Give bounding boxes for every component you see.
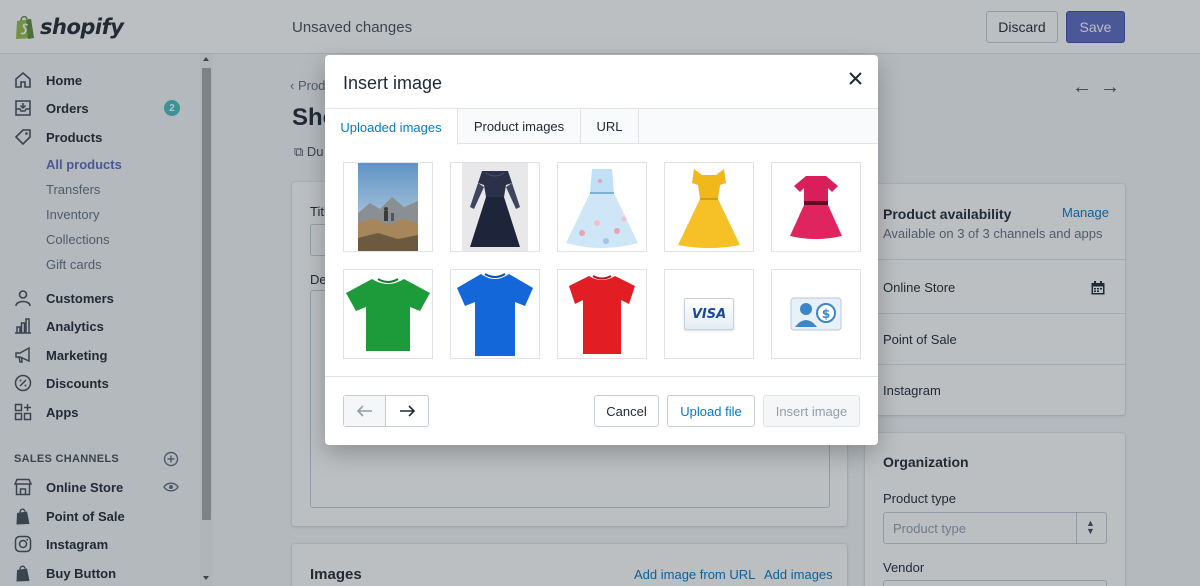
yellow-dress — [678, 169, 740, 248]
image-thumbnail-visa-card[interactable]: VISA — [664, 269, 754, 359]
image-pagination — [343, 395, 429, 427]
image-thumbnail-green-tshirt[interactable] — [343, 269, 433, 359]
image-thumbnail-pink-dress[interactable] — [771, 162, 861, 252]
next-page-button[interactable] — [386, 396, 428, 426]
image-thumbnail-mountain-photo[interactable] — [343, 162, 433, 252]
close-icon[interactable] — [846, 69, 864, 87]
cancel-button[interactable]: Cancel — [594, 395, 659, 427]
image-thumbnail-blue-tshirt[interactable] — [450, 269, 540, 359]
tab-uploaded-images[interactable]: Uploaded images — [325, 109, 458, 145]
upload-file-button[interactable]: Upload file — [667, 395, 755, 427]
svg-text:$: $ — [822, 307, 830, 321]
modal-title: Insert image — [343, 73, 443, 93]
image-thumbnail-navy-lace-dress[interactable] — [450, 162, 540, 252]
arrow-left-icon — [356, 405, 372, 417]
payment-user-icon: $ — [790, 297, 842, 331]
insert-image-button[interactable]: Insert image — [763, 395, 860, 427]
image-thumbnail-floral-blue-dress[interactable] — [557, 162, 647, 252]
image-thumbnail-red-tshirt[interactable] — [557, 269, 647, 359]
image-thumbnail-payment-user-icon[interactable]: $ — [771, 269, 861, 359]
visa-text: VISA — [691, 306, 727, 322]
insert-image-modal: Insert image Uploaded images Product ima… — [325, 55, 878, 445]
modal-footer-divider — [325, 376, 878, 377]
mountain-photo — [358, 163, 418, 251]
visa-icon: VISA — [684, 298, 734, 330]
red-tshirt — [569, 275, 635, 354]
previous-page-button[interactable] — [344, 396, 387, 426]
tab-product-images[interactable]: Product images — [458, 109, 581, 144]
green-tshirt — [346, 278, 430, 351]
modal-tabs: Uploaded images Product images URL — [325, 108, 878, 145]
floral-blue-dress — [566, 169, 638, 248]
arrow-right-icon — [400, 405, 415, 417]
pink-dress — [790, 176, 842, 239]
image-thumbnail-yellow-dress[interactable] — [664, 162, 754, 252]
navy-lace-dress — [462, 163, 528, 251]
blue-tshirt — [457, 273, 533, 356]
tab-url[interactable]: URL — [581, 109, 639, 144]
